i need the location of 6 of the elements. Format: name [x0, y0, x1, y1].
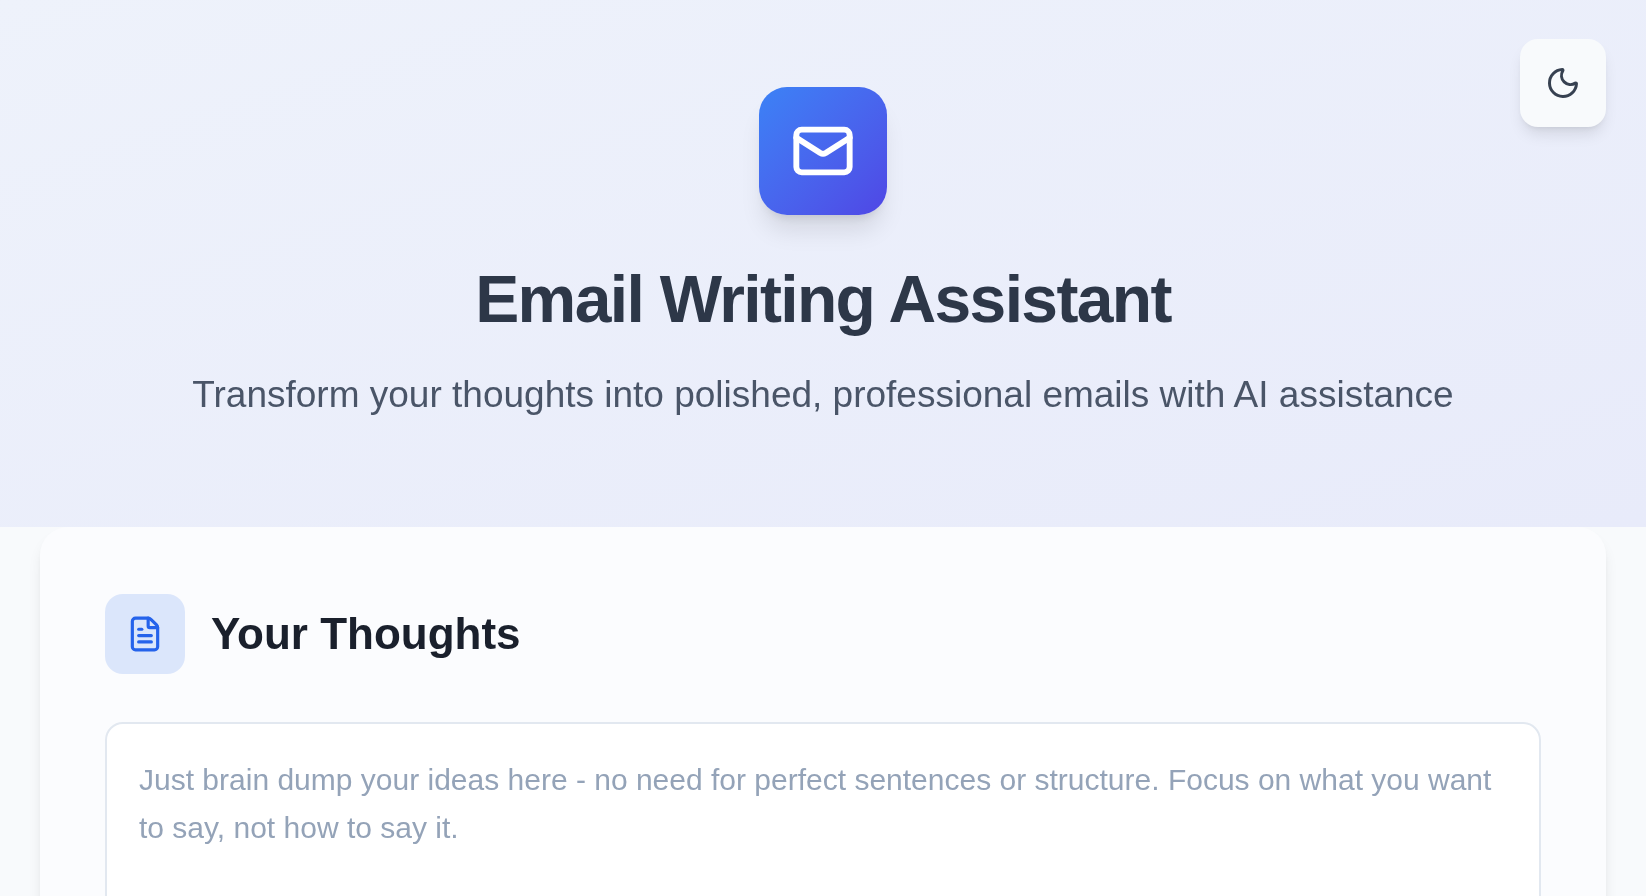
page-title: Email Writing Assistant — [475, 261, 1171, 338]
card-title: Your Thoughts — [211, 608, 521, 660]
moon-icon — [1545, 65, 1581, 101]
theme-toggle-button[interactable] — [1520, 39, 1606, 127]
page-subtitle: Transform your thoughts into polished, professional emails with AI assistance — [192, 373, 1454, 417]
thoughts-input-field[interactable]: Just brain dump your ideas here - no need for perfect sentences or structure. Focus on what you want to say, not how to say it. — [105, 722, 1541, 896]
